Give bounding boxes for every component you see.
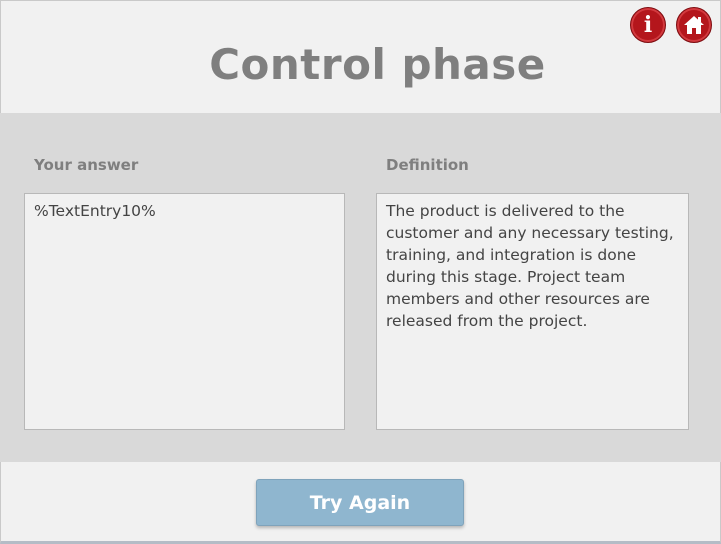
page-title: Control phase <box>209 40 546 89</box>
definition-box: The product is delivered to the customer… <box>376 193 689 430</box>
info-glyph: i <box>643 12 653 38</box>
home-icon[interactable] <box>676 7 712 43</box>
info-icon[interactable]: i <box>630 7 666 43</box>
your-answer-label: Your answer <box>34 156 139 174</box>
answer-box: %TextEntry10% <box>24 193 345 430</box>
definition-label: Definition <box>386 156 469 174</box>
house-glyph <box>684 16 704 34</box>
try-again-button[interactable]: Try Again <box>256 479 464 526</box>
